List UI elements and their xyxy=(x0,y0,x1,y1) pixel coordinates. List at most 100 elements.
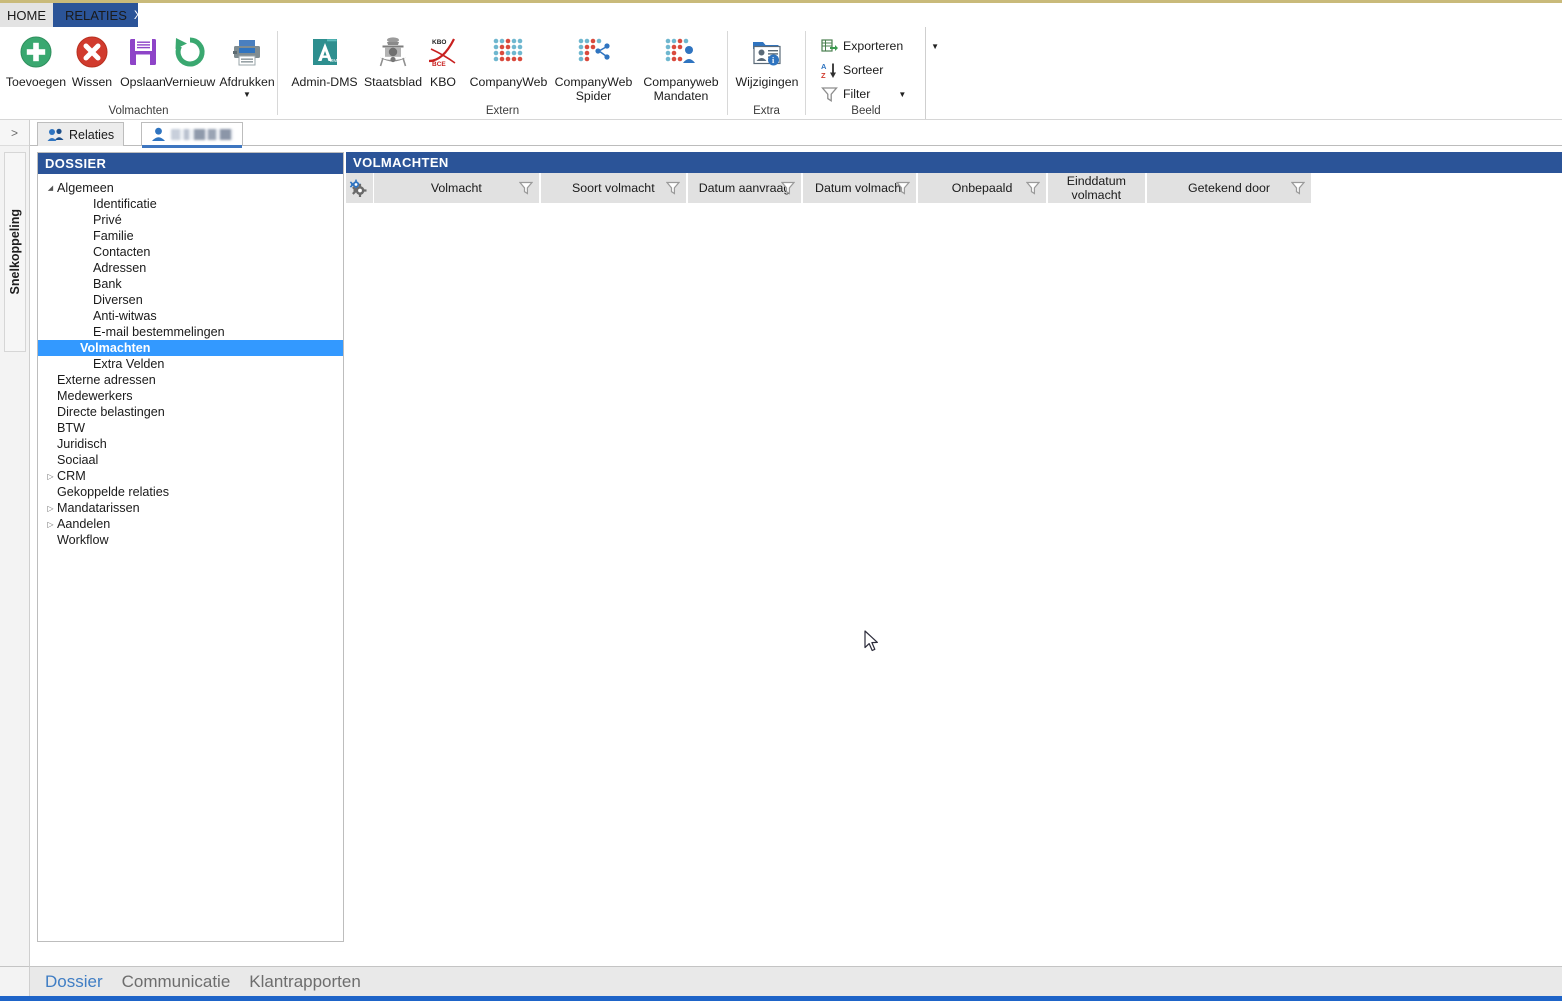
tree-item-label: Directe belastingen xyxy=(57,405,165,419)
column-header-datum-volmacht[interactable]: Datum volmacht xyxy=(803,173,919,203)
column-header-einddatum-volmacht[interactable]: Einddatum volmacht xyxy=(1047,173,1148,203)
tree-item-volmachten[interactable]: Volmachten xyxy=(38,340,343,356)
bottom-nav-communicatie[interactable]: Communicatie xyxy=(122,972,231,992)
filter-funnel-icon[interactable] xyxy=(896,181,911,195)
tree-item-extra-velden[interactable]: Extra Velden xyxy=(38,356,343,372)
tree-collapsed-icon[interactable] xyxy=(44,472,57,481)
tree-item-btw[interactable]: BTW xyxy=(38,420,343,436)
vertical-tab-label: Snelkoppeling xyxy=(8,209,22,295)
tree-collapsed-icon[interactable] xyxy=(44,520,57,529)
ribbon-button-label: CompanyWeb xyxy=(469,75,548,89)
ribbon-button-companyweb-mandaten[interactable]: Companyweb Mandaten xyxy=(637,31,725,103)
tree-item-diversen[interactable]: Diversen xyxy=(38,292,343,308)
tree-item-anti-witwas[interactable]: Anti-witwas xyxy=(38,308,343,324)
tree-item-label: Mandatarissen xyxy=(57,501,140,515)
tree-item-label: Adressen xyxy=(93,261,147,275)
ribbon-button-afdrukken[interactable]: Afdrukken ▼ xyxy=(213,31,281,99)
ribbon-button-kbo[interactable]: KBO BCE KBO xyxy=(419,31,467,89)
tree-item-label: CRM xyxy=(57,469,86,483)
left-shortcut-bar: > Snelkoppeling xyxy=(0,120,30,966)
ribbon-group-label-extra: Extra xyxy=(753,105,780,117)
column-header-getekend-door[interactable]: Getekend door xyxy=(1147,173,1313,203)
filter-funnel-icon[interactable] xyxy=(1025,181,1040,195)
tree-item-sociaal[interactable]: Sociaal xyxy=(38,452,343,468)
svg-text:Z: Z xyxy=(821,71,826,79)
tab-home[interactable]: HOME xyxy=(0,3,53,27)
ribbon-button-wijzigingen[interactable]: i Wijzigingen xyxy=(731,31,803,89)
tree-item-juridisch[interactable]: Juridisch xyxy=(38,436,343,452)
tree-item-contacten[interactable]: Contacten xyxy=(38,244,343,260)
tree-item-label: Medewerkers xyxy=(57,389,133,403)
filter-funnel-icon[interactable] xyxy=(1290,181,1306,195)
column-header-onbepaald[interactable]: Onbepaald xyxy=(918,173,1048,203)
chevron-down-icon[interactable]: ▼ xyxy=(931,42,939,51)
ribbon-button-companyweb-spider[interactable]: CompanyWeb Spider xyxy=(551,31,636,103)
column-header-volmacht[interactable]: Volmacht xyxy=(373,173,541,203)
ribbon-button-label: Filter xyxy=(843,87,871,101)
filter-funnel-icon[interactable] xyxy=(518,181,534,195)
bottom-nav-klantrapporten[interactable]: Klantrapporten xyxy=(249,972,361,992)
tree-item-priv-[interactable]: Privé xyxy=(38,212,343,228)
record-tabstrip: Relaties xyxy=(30,120,1562,148)
chevron-down-icon[interactable]: ▼ xyxy=(898,90,906,99)
filter-funnel-icon[interactable] xyxy=(665,181,681,195)
tree-item-mandatarissen[interactable]: Mandatarissen xyxy=(38,500,343,516)
kbo-bce-icon: KBO BCE xyxy=(422,31,464,73)
ribbon: Toevoegen Wissen Opslaan Vernieuw Afdruk… xyxy=(0,27,1562,120)
tree-item-familie[interactable]: Familie xyxy=(38,228,343,244)
ribbon-button-vernieuw[interactable]: Vernieuw xyxy=(161,31,219,89)
column-header-datum-aanvraag[interactable]: Datum aanvraag xyxy=(687,173,804,203)
record-tab-person[interactable] xyxy=(141,122,243,148)
bottom-navigation-bar: Dossier Communicatie Klantrapporten xyxy=(30,966,1562,996)
tab-relaties-label: RELATIES xyxy=(65,7,127,23)
chevron-down-icon[interactable]: ▼ xyxy=(243,91,251,99)
tree-item-algemeen[interactable]: Algemeen xyxy=(38,180,343,196)
tree-collapsed-icon[interactable] xyxy=(44,504,57,513)
dossier-tree[interactable]: Algemeen Identificatie Privé Familie Contact… xyxy=(38,174,343,548)
tree-item-workflow[interactable]: Workflow xyxy=(38,532,343,548)
column-header-soort-volmacht[interactable]: Soort volmacht xyxy=(540,173,688,203)
grid-settings-gear-icon[interactable] xyxy=(346,173,374,203)
tree-item-label: BTW xyxy=(57,421,85,435)
tab-relaties[interactable]: RELATIES X xyxy=(53,3,142,27)
column-header-label: Onbepaald xyxy=(951,181,1013,195)
vertical-tab-snelkoppeling[interactable]: Snelkoppeling xyxy=(4,152,26,352)
tree-item-externe-adressen[interactable]: Externe adressen xyxy=(38,372,343,388)
volmachten-grid-body[interactable] xyxy=(346,203,1562,942)
tree-item-directe-belastingen[interactable]: Directe belastingen xyxy=(38,404,343,420)
volmachten-panel-title: VOLMACHTEN xyxy=(346,152,1562,173)
tree-item-label: Sociaal xyxy=(57,453,99,467)
tree-item-crm[interactable]: CRM xyxy=(38,468,343,484)
expand-panel-chevron-icon[interactable]: > xyxy=(0,120,29,146)
ribbon-group-separator xyxy=(805,31,806,115)
tree-item-e-mail-bestemmelingen[interactable]: E-mail bestemmelingen xyxy=(38,324,343,340)
ribbon-button-admin-dms[interactable]: DMS Admin-DMS xyxy=(289,31,360,89)
ribbon-button-companyweb[interactable]: CompanyWeb xyxy=(466,31,551,89)
tree-item-adressen[interactable]: Adressen xyxy=(38,260,343,276)
tree-item-identificatie[interactable]: Identificatie xyxy=(38,196,343,212)
tree-item-bank[interactable]: Bank xyxy=(38,276,343,292)
ribbon-button-staatsblad[interactable]: Staatsblad xyxy=(360,31,426,89)
tree-item-gekoppelde-relaties[interactable]: Gekoppelde relaties xyxy=(38,484,343,500)
tabstrip-empty-area xyxy=(138,3,1562,27)
ribbon-button-sorteer[interactable]: A Z Sorteer xyxy=(820,61,884,79)
tree-item-aandelen[interactable]: Aandelen xyxy=(38,516,343,532)
dossier-panel-title: DOSSIER xyxy=(38,153,343,174)
delete-circle-icon xyxy=(71,31,113,73)
mouse-cursor xyxy=(864,630,882,654)
tree-expanded-icon[interactable] xyxy=(44,184,57,192)
bottom-nav-dossier[interactable]: Dossier xyxy=(45,972,103,992)
companyweb-spider-icon xyxy=(573,31,615,73)
export-icon xyxy=(820,37,838,55)
refresh-icon xyxy=(169,31,211,73)
tree-item-label: Algemeen xyxy=(57,181,114,195)
record-tab-relaties[interactable]: Relaties xyxy=(37,122,125,146)
column-header-label: Soort volmacht xyxy=(572,181,655,195)
ribbon-button-exporteren[interactable]: Exporteren ▼ xyxy=(820,37,939,55)
ribbon-button-wissen[interactable]: Wissen xyxy=(66,31,118,89)
ribbon-button-filter[interactable]: Filter ▼ xyxy=(820,85,906,103)
ribbon-button-toevoegen[interactable]: Toevoegen xyxy=(5,31,67,89)
record-tab-label: Relaties xyxy=(69,127,115,142)
filter-funnel-icon[interactable] xyxy=(780,181,796,195)
tree-item-medewerkers[interactable]: Medewerkers xyxy=(38,388,343,404)
